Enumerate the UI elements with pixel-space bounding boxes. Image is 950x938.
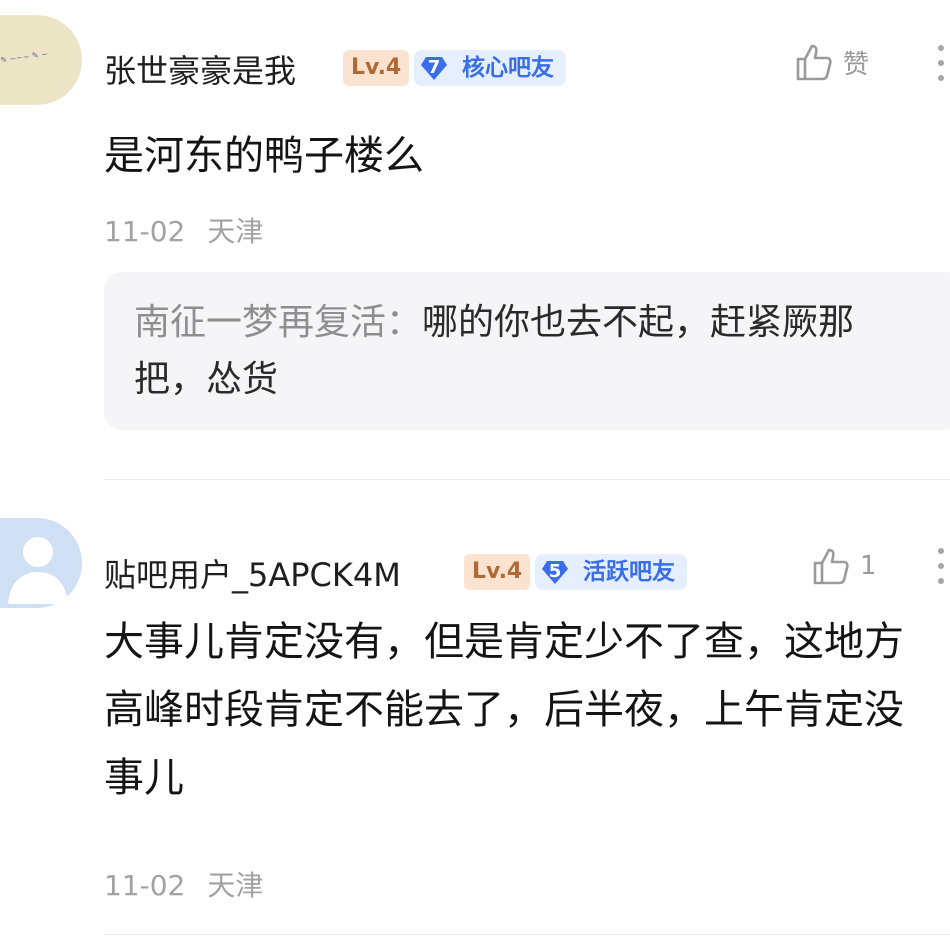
thumbs-up-icon <box>796 44 832 81</box>
more-vertical-icon[interactable] <box>934 548 950 593</box>
comment-item: ✎ ~~~ ✎ ~ 张世豪豪是我 Lv.4 7 核心吧友 赞 是河东的鸭子楼么 … <box>0 0 950 480</box>
divider <box>104 479 950 480</box>
divider <box>104 934 950 935</box>
more-vertical-icon[interactable] <box>934 45 950 90</box>
rank-badge: 5 活跃吧友 <box>535 554 687 590</box>
comment-item: 贴吧用户_5APCK4M Lv.4 5 活跃吧友 1 大事儿肯定没有，但是肯定少… <box>0 500 950 938</box>
like-button[interactable]: 1 <box>812 546 877 586</box>
rank-badge: 7 核心吧友 <box>414 50 566 86</box>
like-button[interactable]: 赞 <box>795 42 869 82</box>
like-count: 1 <box>860 551 877 581</box>
username[interactable]: 张世豪豪是我 <box>104 46 296 92</box>
comment-content: 大事儿肯定没有，但是肯定少不了查，这地方高峰时段肯定不能去了，后半夜，上午肯定没… <box>104 619 904 801</box>
level-badge: Lv.4 <box>464 554 531 590</box>
comment-meta: 11-02 天津 <box>104 864 263 904</box>
default-avatar-icon <box>8 537 68 604</box>
avatar[interactable]: ✎ ~~~ ✎ ~ <box>0 15 82 105</box>
rank-title: 核心吧友 <box>462 55 554 81</box>
comment-location: 天津 <box>207 869 264 902</box>
comment-date: 11-02 <box>104 869 186 902</box>
comment-meta: 11-02 天津 <box>104 210 263 250</box>
reply-author[interactable]: 南征一梦再复活： <box>134 302 422 343</box>
comment-content: 是河东的鸭子楼么 <box>104 133 424 179</box>
username[interactable]: 贴吧用户_5APCK4M <box>104 550 401 596</box>
thumbs-up-icon <box>813 548 849 585</box>
rank-number: 5 <box>548 561 562 582</box>
avatar[interactable] <box>0 518 82 608</box>
level-badge: Lv.4 <box>343 50 410 86</box>
comment-date: 11-02 <box>104 215 186 248</box>
like-label: 赞 <box>843 49 870 80</box>
reply-preview[interactable]: 南征一梦再复活：哪的你也去不起，赶紧厥那把，怂货 <box>104 272 950 430</box>
comment-location: 天津 <box>207 215 264 248</box>
reply-content: 南征一梦再复活：哪的你也去不起，赶紧厥那把，怂货 <box>134 294 924 408</box>
rank-title: 活跃吧友 <box>583 559 675 585</box>
avatar-handwriting-image: ✎ ~~~ ✎ ~ <box>0 49 49 65</box>
rank-number: 7 <box>427 57 441 78</box>
